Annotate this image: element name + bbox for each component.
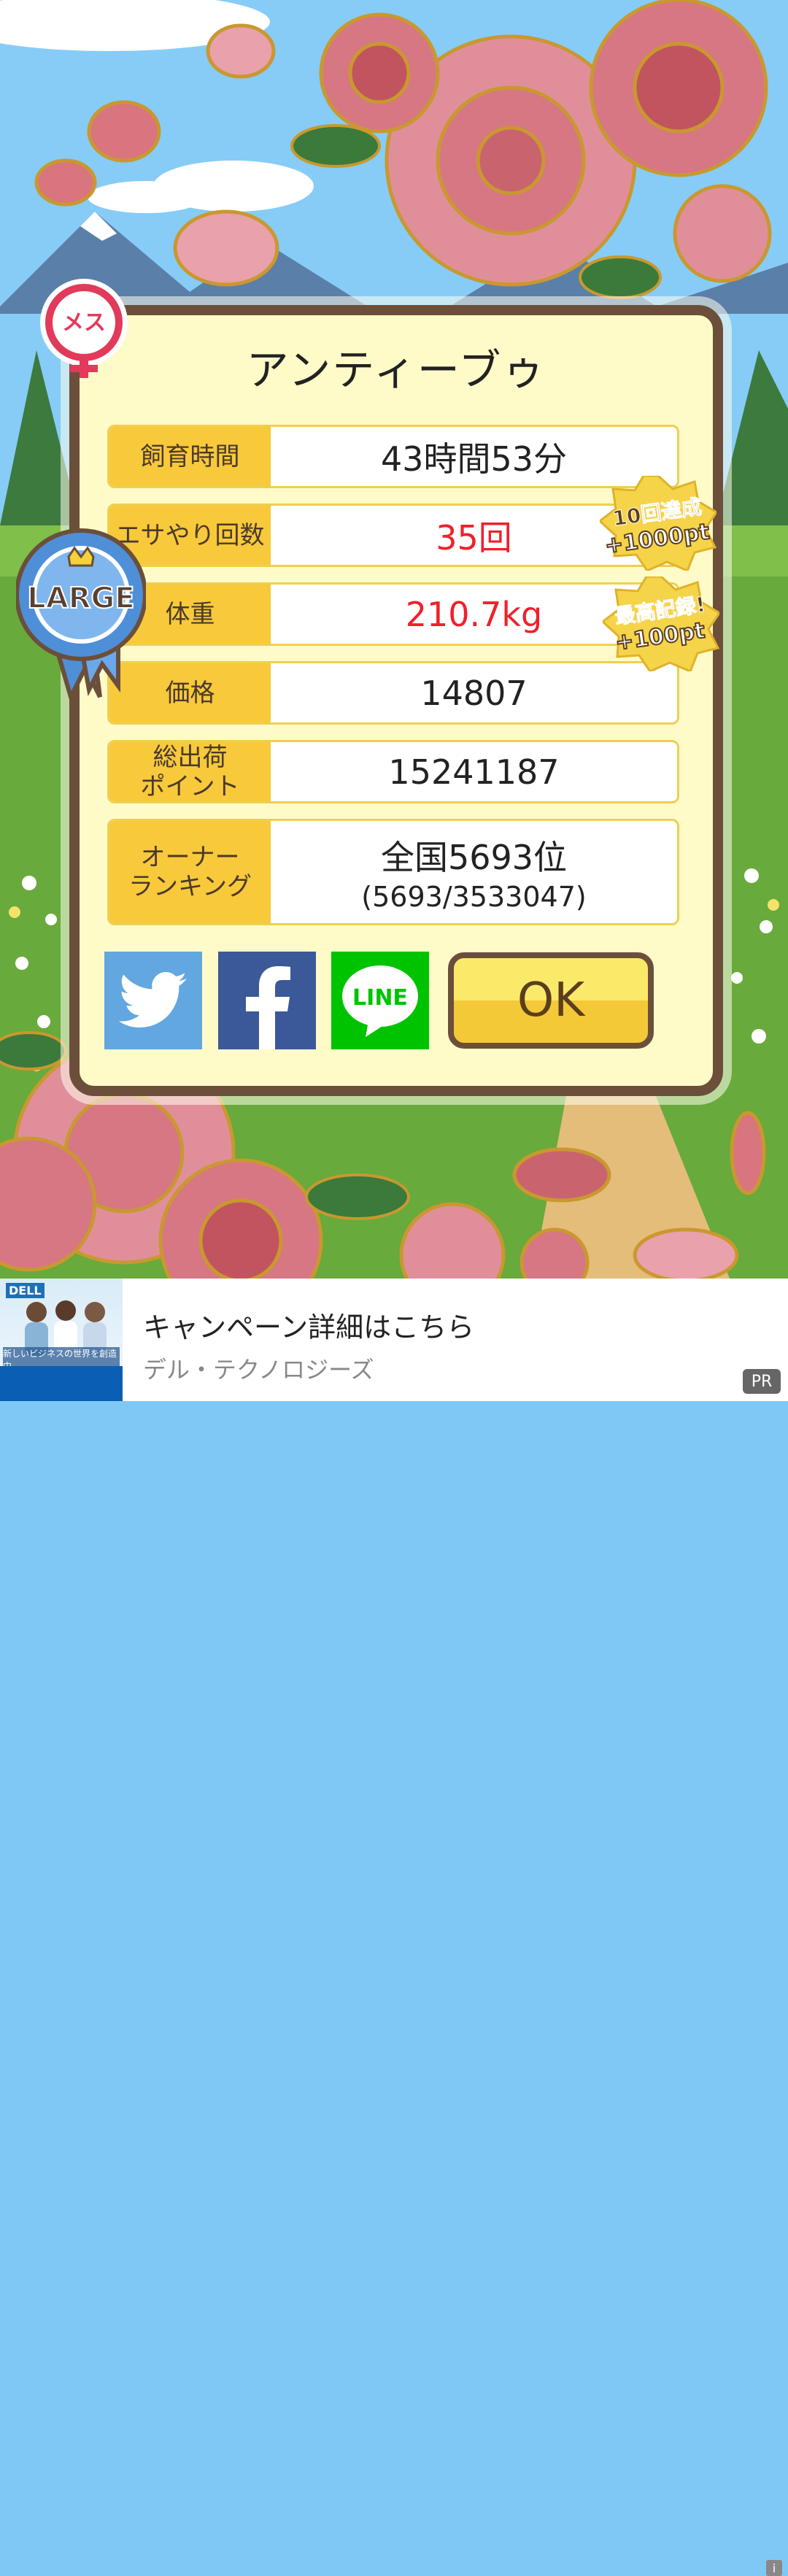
stat-row-feeding-count: エサやり回数 35回 <box>107 504 679 567</box>
stat-label: 総出荷 ポイント <box>109 742 271 801</box>
ad-pr-badge: PR <box>743 1369 781 1394</box>
twitter-bird-icon <box>118 972 187 1027</box>
line-bubble-icon: LINE <box>342 965 418 1037</box>
ad-thumbnail[interactable]: DELL 新しいビジネスの世界を創造中 <box>0 1279 123 1401</box>
stat-value: 15241187 <box>388 752 560 792</box>
bonus-badge-record: 最高記録! +100pt <box>600 575 722 673</box>
ad-thumb-brand: DELL <box>6 1283 45 1298</box>
ranking-value: 全国5693位 <box>380 838 568 877</box>
ad-thumb-footer <box>0 1366 123 1401</box>
stat-row-shipping-points: 総出荷 ポイント 15241187 <box>107 740 679 803</box>
line-label: LINE <box>352 985 408 1011</box>
twitter-share-button[interactable] <box>104 952 202 1049</box>
size-label: LARGE <box>27 582 134 615</box>
bonus-badge-feeding: 10回達成 +1000pt <box>598 474 719 572</box>
stat-row-breeding-time: 飼育時間 43時間53分 <box>107 425 679 488</box>
size-ribbon: LARGE <box>15 522 147 703</box>
stat-row-price: 価格 14807 <box>107 661 679 725</box>
ok-button[interactable]: OK <box>448 952 654 1049</box>
stat-row-owner-ranking: オーナー ランキング 全国5693位 (5693/3533047) <box>107 819 679 925</box>
pet-name: アンティーブゥ <box>246 345 546 395</box>
stat-value: 全国5693位 (5693/3533047) <box>271 821 677 923</box>
stat-label: 飼育時間 <box>109 427 271 486</box>
ranking-detail: (5693/3533047) <box>361 881 587 913</box>
ad-title[interactable]: キャンペーン詳細はこちら <box>143 1305 474 1345</box>
stat-row-weight: 体重 210.7kg <box>107 582 679 646</box>
line-share-button[interactable]: LINE <box>331 952 429 1049</box>
facebook-share-button[interactable] <box>218 952 316 1049</box>
stat-value: 14807 <box>420 673 528 713</box>
stat-label: オーナー ランキング <box>109 821 271 923</box>
gender-label: メス <box>62 310 106 336</box>
facebook-f-icon <box>246 966 290 1049</box>
ad-info-icon[interactable]: i <box>766 2560 782 2576</box>
female-badge: メス <box>38 277 130 379</box>
ad-advertiser: デル・テクノロジーズ <box>143 1356 374 1384</box>
